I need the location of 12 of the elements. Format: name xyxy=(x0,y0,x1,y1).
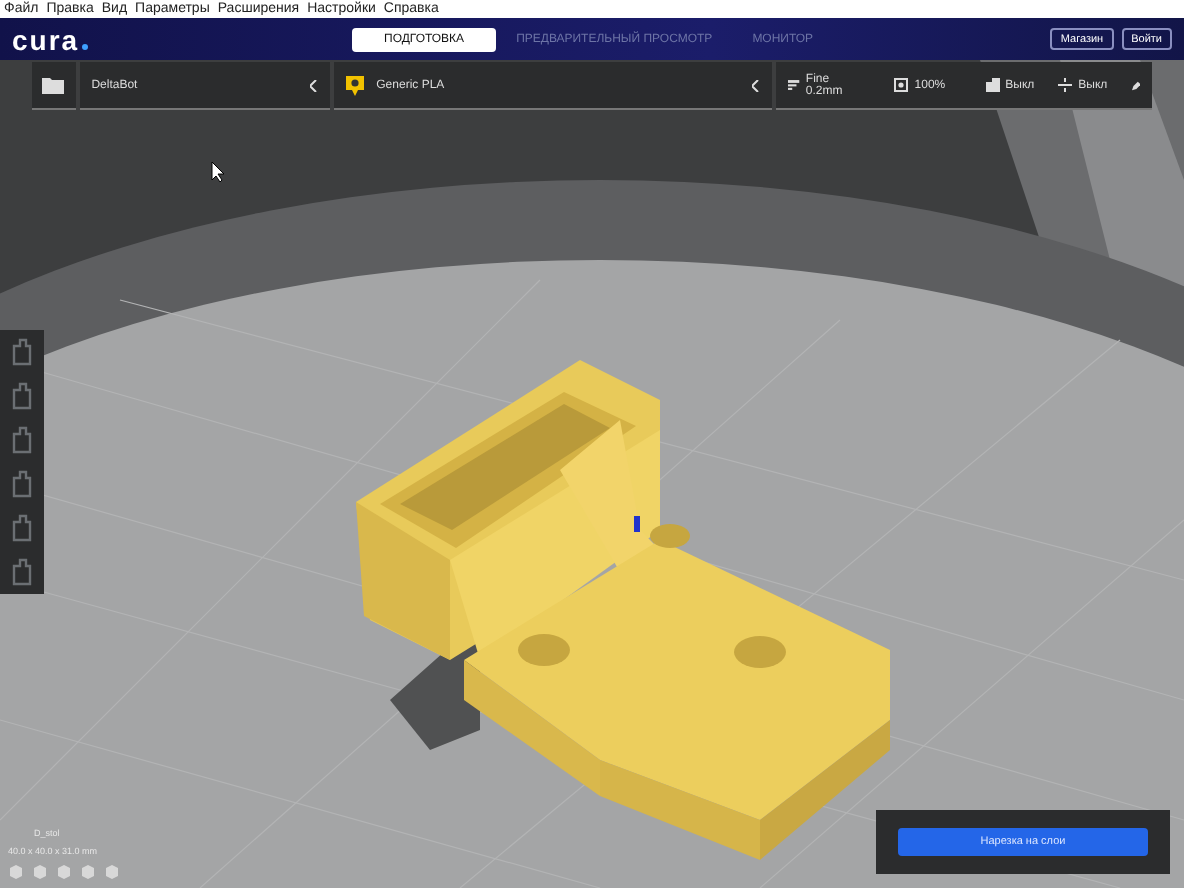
cura-logo: cura xyxy=(12,23,352,55)
folder-icon xyxy=(41,76,66,94)
open-file-button[interactable] xyxy=(32,62,76,110)
chevron-left-icon xyxy=(310,79,319,91)
pencil-icon xyxy=(1131,79,1141,91)
mouse-pointer-icon xyxy=(211,161,225,183)
chevron-left-icon xyxy=(752,79,761,91)
support-icon xyxy=(985,78,1000,92)
cursor-marker xyxy=(634,516,640,532)
layers-icon xyxy=(788,78,800,92)
adhesion-icon xyxy=(1058,78,1073,92)
infill-icon xyxy=(894,78,909,92)
